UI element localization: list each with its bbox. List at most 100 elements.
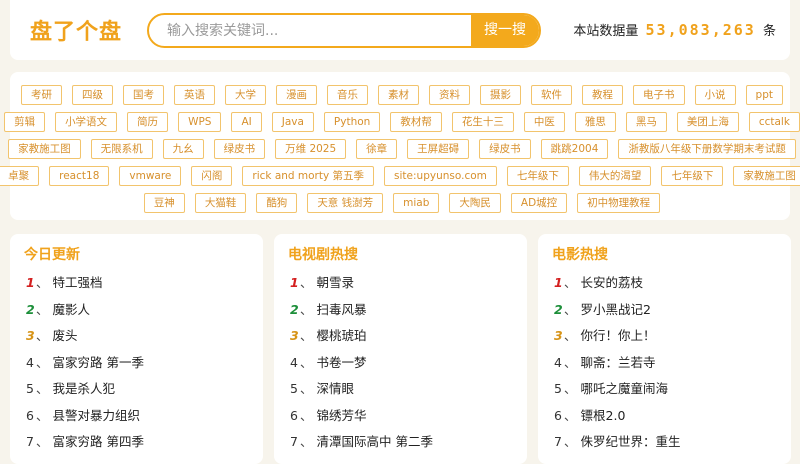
tag-link[interactable]: rick and morty 第五季 bbox=[242, 165, 375, 186]
search-button[interactable]: 搜一搜 bbox=[471, 15, 539, 46]
tag-link[interactable]: 徐章 bbox=[356, 138, 398, 159]
item-title[interactable]: 樱桃琥珀 bbox=[317, 328, 367, 343]
tag-link[interactable]: 国考 bbox=[123, 84, 165, 105]
tag-link[interactable]: 摄影 bbox=[480, 84, 522, 105]
tag-link[interactable]: 考研 bbox=[21, 84, 63, 105]
tag-link[interactable]: 绿皮书 bbox=[479, 138, 531, 159]
item-title[interactable]: 魔影人 bbox=[53, 302, 91, 317]
tag-link[interactable]: 豆神 bbox=[143, 192, 185, 213]
tag-link[interactable]: 浙教版八年级下册数学期末考试题 bbox=[618, 138, 796, 159]
item-title[interactable]: 哪吒之魔童闹海 bbox=[581, 381, 669, 396]
tag-link[interactable]: 万维 2025 bbox=[275, 138, 347, 159]
item-title[interactable]: 废头 bbox=[53, 328, 78, 343]
tag-link[interactable]: AD城控 bbox=[510, 192, 568, 213]
list-item[interactable]: 1、 长安的荔枝 bbox=[554, 273, 681, 300]
tag-link[interactable]: 九幺 bbox=[162, 138, 204, 159]
list-item[interactable]: 5、深情眼 bbox=[290, 379, 433, 406]
tag-link[interactable]: 初中物理教程 bbox=[577, 192, 661, 213]
list-item[interactable]: 1、 特工强档 bbox=[26, 273, 144, 300]
tag-link[interactable]: AI bbox=[231, 111, 262, 132]
list-item[interactable]: 7、侏罗纪世界：重生 bbox=[554, 432, 681, 459]
tag-link[interactable]: 小学语文 bbox=[55, 111, 118, 132]
list-item[interactable]: 5、哪吒之魔童闹海 bbox=[554, 379, 681, 406]
item-title[interactable]: 我是杀人犯 bbox=[53, 381, 116, 396]
item-title[interactable]: 朝雪录 bbox=[317, 275, 355, 290]
tag-link[interactable]: site:upyunso.com bbox=[384, 165, 497, 186]
tag-link[interactable]: 电子书 bbox=[633, 84, 685, 105]
item-title[interactable]: 书卷一梦 bbox=[317, 355, 367, 370]
tag-link[interactable]: Java bbox=[271, 111, 314, 132]
tag-link[interactable]: 漫画 bbox=[276, 84, 318, 105]
tag-link[interactable]: 美团上海 bbox=[676, 111, 739, 132]
list-item[interactable]: 7、富家穷路 第四季 bbox=[26, 432, 144, 459]
tag-link[interactable]: 资料 bbox=[429, 84, 471, 105]
tag-link[interactable]: 软件 bbox=[531, 84, 573, 105]
list-item[interactable]: 2、 扫毒风暴 bbox=[290, 300, 433, 327]
search-input[interactable] bbox=[149, 15, 475, 46]
tag-link[interactable]: 家教施工图 bbox=[733, 165, 800, 186]
list-item[interactable]: 3、 樱桃琥珀 bbox=[290, 326, 433, 353]
item-title[interactable]: 清潭国际高中 第二季 bbox=[317, 434, 433, 449]
tag-link[interactable]: ppt bbox=[745, 84, 783, 105]
tag-link[interactable]: 简历 bbox=[127, 111, 169, 132]
tag-link[interactable]: 闪阁 bbox=[191, 165, 233, 186]
item-title[interactable]: 扫毒风暴 bbox=[317, 302, 367, 317]
item-title[interactable]: 县警对暴力组织 bbox=[53, 408, 141, 423]
tag-link[interactable]: 无限系机 bbox=[90, 138, 153, 159]
tag-link[interactable]: 中医 bbox=[523, 111, 565, 132]
list-item[interactable]: 5、我是杀人犯 bbox=[26, 379, 144, 406]
item-title[interactable]: 聊斋：兰若寺 bbox=[581, 355, 656, 370]
list-item[interactable]: 6、镖根2.0 bbox=[554, 406, 681, 433]
item-title[interactable]: 特工强档 bbox=[53, 275, 103, 290]
tag-link[interactable]: 音乐 bbox=[327, 84, 369, 105]
item-title[interactable]: 你行！你上！ bbox=[581, 328, 656, 343]
tag-link[interactable]: 绿皮书 bbox=[213, 138, 266, 159]
tag-link[interactable]: 酷狗 bbox=[256, 192, 298, 213]
tag-link[interactable]: 伟大的渴望 bbox=[578, 165, 652, 186]
list-item[interactable]: 6、县警对暴力组织 bbox=[26, 406, 144, 433]
list-item[interactable]: 6、锦绣芳华 bbox=[290, 406, 433, 433]
list-item[interactable]: 3、 你行！你上！ bbox=[554, 326, 681, 353]
tag-link[interactable]: Python bbox=[323, 111, 381, 132]
item-title[interactable]: 锦绣芳华 bbox=[317, 408, 367, 423]
list-item[interactable]: 2、 魔影人 bbox=[26, 300, 144, 327]
tag-link[interactable]: 天意 钱澍芳 bbox=[307, 192, 384, 213]
item-title[interactable]: 镖根2.0 bbox=[581, 408, 626, 423]
tag-link[interactable]: cctalk bbox=[748, 111, 800, 132]
tag-link[interactable]: 卓聚 bbox=[0, 165, 40, 186]
tag-link[interactable]: 四级 bbox=[72, 84, 114, 105]
tag-link[interactable]: 教材帮 bbox=[390, 111, 442, 132]
list-item[interactable]: 2、 罗小黑战记2 bbox=[554, 300, 681, 327]
tag-link[interactable]: 跳跳2004 bbox=[540, 138, 609, 159]
tag-link[interactable]: 王屏超碍 bbox=[407, 138, 470, 159]
item-title[interactable]: 侏罗纪世界：重生 bbox=[581, 434, 681, 449]
item-title[interactable]: 罗小黑战记2 bbox=[581, 302, 651, 317]
tag-link[interactable]: 剪辑 bbox=[4, 111, 46, 132]
list-item[interactable]: 4、书卷一梦 bbox=[290, 353, 433, 380]
tag-link[interactable]: 家教施工图 bbox=[8, 138, 81, 159]
tag-link[interactable]: 素材 bbox=[378, 84, 420, 105]
tag-link[interactable]: 花生十三 bbox=[451, 111, 514, 132]
tag-link[interactable]: WPS bbox=[178, 111, 222, 132]
tag-link[interactable]: 大学 bbox=[225, 84, 267, 105]
tag-link[interactable]: react18 bbox=[49, 165, 110, 186]
item-title[interactable]: 深情眼 bbox=[317, 381, 355, 396]
tag-link[interactable]: 七年级下 bbox=[506, 165, 569, 186]
tag-link[interactable]: vmware bbox=[119, 165, 182, 186]
tag-link[interactable]: 教程 bbox=[582, 84, 624, 105]
list-item[interactable]: 4、聊斋：兰若寺 bbox=[554, 353, 681, 380]
list-item[interactable]: 3、 废头 bbox=[26, 326, 144, 353]
tag-link[interactable]: 雅思 bbox=[574, 111, 616, 132]
site-logo[interactable]: 盘了个盘 bbox=[30, 14, 122, 46]
tag-link[interactable]: 英语 bbox=[174, 84, 216, 105]
item-title[interactable]: 富家穷路 第一季 bbox=[53, 355, 144, 370]
tag-link[interactable]: 七年级下 bbox=[661, 165, 724, 186]
item-title[interactable]: 长安的荔枝 bbox=[581, 275, 644, 290]
item-title[interactable]: 富家穷路 第四季 bbox=[53, 434, 144, 449]
tag-link[interactable]: 小说 bbox=[694, 84, 736, 105]
list-item[interactable]: 7、清潭国际高中 第二季 bbox=[290, 432, 433, 459]
tag-link[interactable]: 黑马 bbox=[625, 111, 667, 132]
tag-link[interactable]: 大陶民 bbox=[449, 192, 501, 213]
list-item[interactable]: 4、富家穷路 第一季 bbox=[26, 353, 144, 380]
tag-link[interactable]: 大猫鞋 bbox=[194, 192, 247, 213]
